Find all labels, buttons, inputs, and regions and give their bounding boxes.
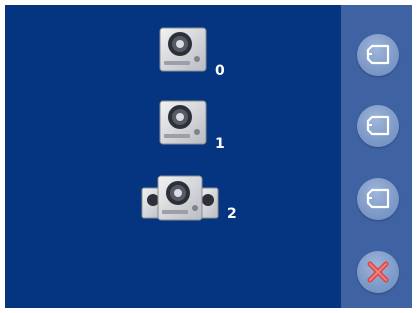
door-station-label: 2: [227, 206, 237, 222]
door-station-0[interactable]: 0: [158, 26, 238, 78]
camera-icon: [366, 188, 390, 209]
door-station-label: 0: [215, 63, 225, 79]
camera-icon: [366, 115, 390, 136]
door-station-1[interactable]: 1: [158, 99, 238, 151]
multi-door-station-icon: [141, 175, 219, 221]
camera-icon: [366, 44, 390, 65]
door-station-icon: [159, 27, 207, 72]
door-station-2[interactable]: 2: [140, 174, 240, 226]
close-icon: [367, 261, 389, 283]
door-station-label: 1: [215, 136, 225, 152]
close-button[interactable]: [357, 251, 399, 293]
door-station-icon: [159, 100, 207, 145]
camera-button-3[interactable]: [357, 178, 399, 220]
screen-frame: 0 1 2: [0, 0, 417, 313]
camera-button-2[interactable]: [357, 105, 399, 147]
camera-button-1[interactable]: [357, 34, 399, 76]
